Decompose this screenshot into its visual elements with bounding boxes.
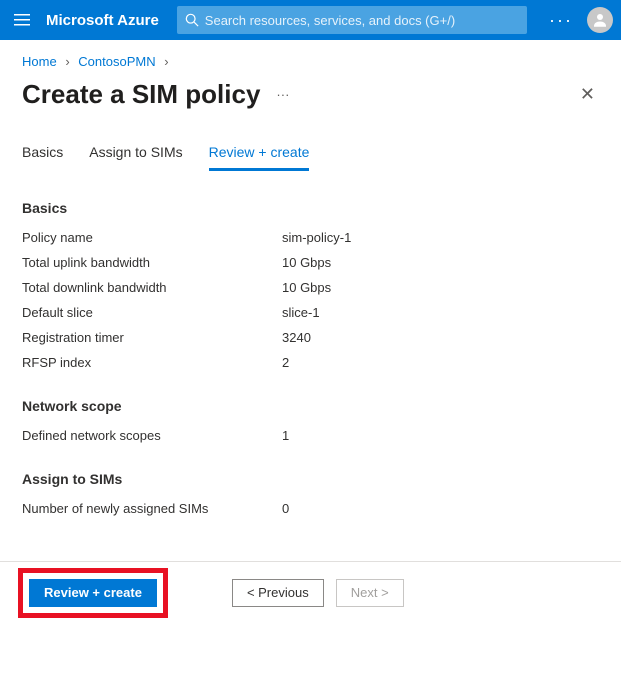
title-more-icon[interactable]: ··· xyxy=(276,87,289,102)
chevron-right-icon: › xyxy=(164,54,168,69)
row-uplink-bandwidth: Total uplink bandwidth10 Gbps xyxy=(22,255,599,270)
section-title-basics: Basics xyxy=(22,200,599,216)
next-button: Next > xyxy=(336,579,404,607)
breadcrumb-resource[interactable]: ContosoPMN xyxy=(78,54,155,69)
brand-label[interactable]: Microsoft Azure xyxy=(46,12,159,29)
breadcrumb-home[interactable]: Home xyxy=(22,54,57,69)
azure-topbar: Microsoft Azure ··· xyxy=(0,0,621,40)
search-icon xyxy=(185,13,199,27)
user-avatar[interactable] xyxy=(587,7,613,33)
global-search[interactable] xyxy=(177,6,527,34)
topbar-more-icon[interactable]: ··· xyxy=(549,10,573,31)
breadcrumb: Home › ContosoPMN › xyxy=(22,54,599,69)
review-create-button[interactable]: Review + create xyxy=(29,579,157,607)
page-content: Home › ContosoPMN › Create a SIM policy … xyxy=(0,40,621,623)
highlight-review-create: Review + create xyxy=(18,568,168,618)
tab-review-create[interactable]: Review + create xyxy=(209,144,310,171)
title-bar: Create a SIM policy ··· ✕ xyxy=(22,79,599,110)
menu-icon[interactable] xyxy=(8,13,36,27)
wizard-footer: Review + create < Previous Next > xyxy=(0,561,621,623)
row-rfsp-index: RFSP index2 xyxy=(22,355,599,370)
person-icon xyxy=(591,11,609,29)
close-icon[interactable]: ✕ xyxy=(580,84,595,105)
section-title-assign-sims: Assign to SIMs xyxy=(22,471,599,487)
previous-button[interactable]: < Previous xyxy=(232,579,324,607)
row-defined-network-scopes: Defined network scopes1 xyxy=(22,428,599,443)
row-default-slice: Default sliceslice-1 xyxy=(22,305,599,320)
chevron-right-icon: › xyxy=(65,54,69,69)
search-input[interactable] xyxy=(205,13,519,28)
row-registration-timer: Registration timer3240 xyxy=(22,330,599,345)
row-new-assigned-sims: Number of newly assigned SIMs0 xyxy=(22,501,599,516)
tab-assign-to-sims[interactable]: Assign to SIMs xyxy=(89,144,182,171)
row-policy-name: Policy namesim-policy-1 xyxy=(22,230,599,245)
row-downlink-bandwidth: Total downlink bandwidth10 Gbps xyxy=(22,280,599,295)
tab-basics[interactable]: Basics xyxy=(22,144,63,171)
section-title-network-scope: Network scope xyxy=(22,398,599,414)
tabs: Basics Assign to SIMs Review + create xyxy=(22,144,599,172)
page-title: Create a SIM policy xyxy=(22,79,260,110)
